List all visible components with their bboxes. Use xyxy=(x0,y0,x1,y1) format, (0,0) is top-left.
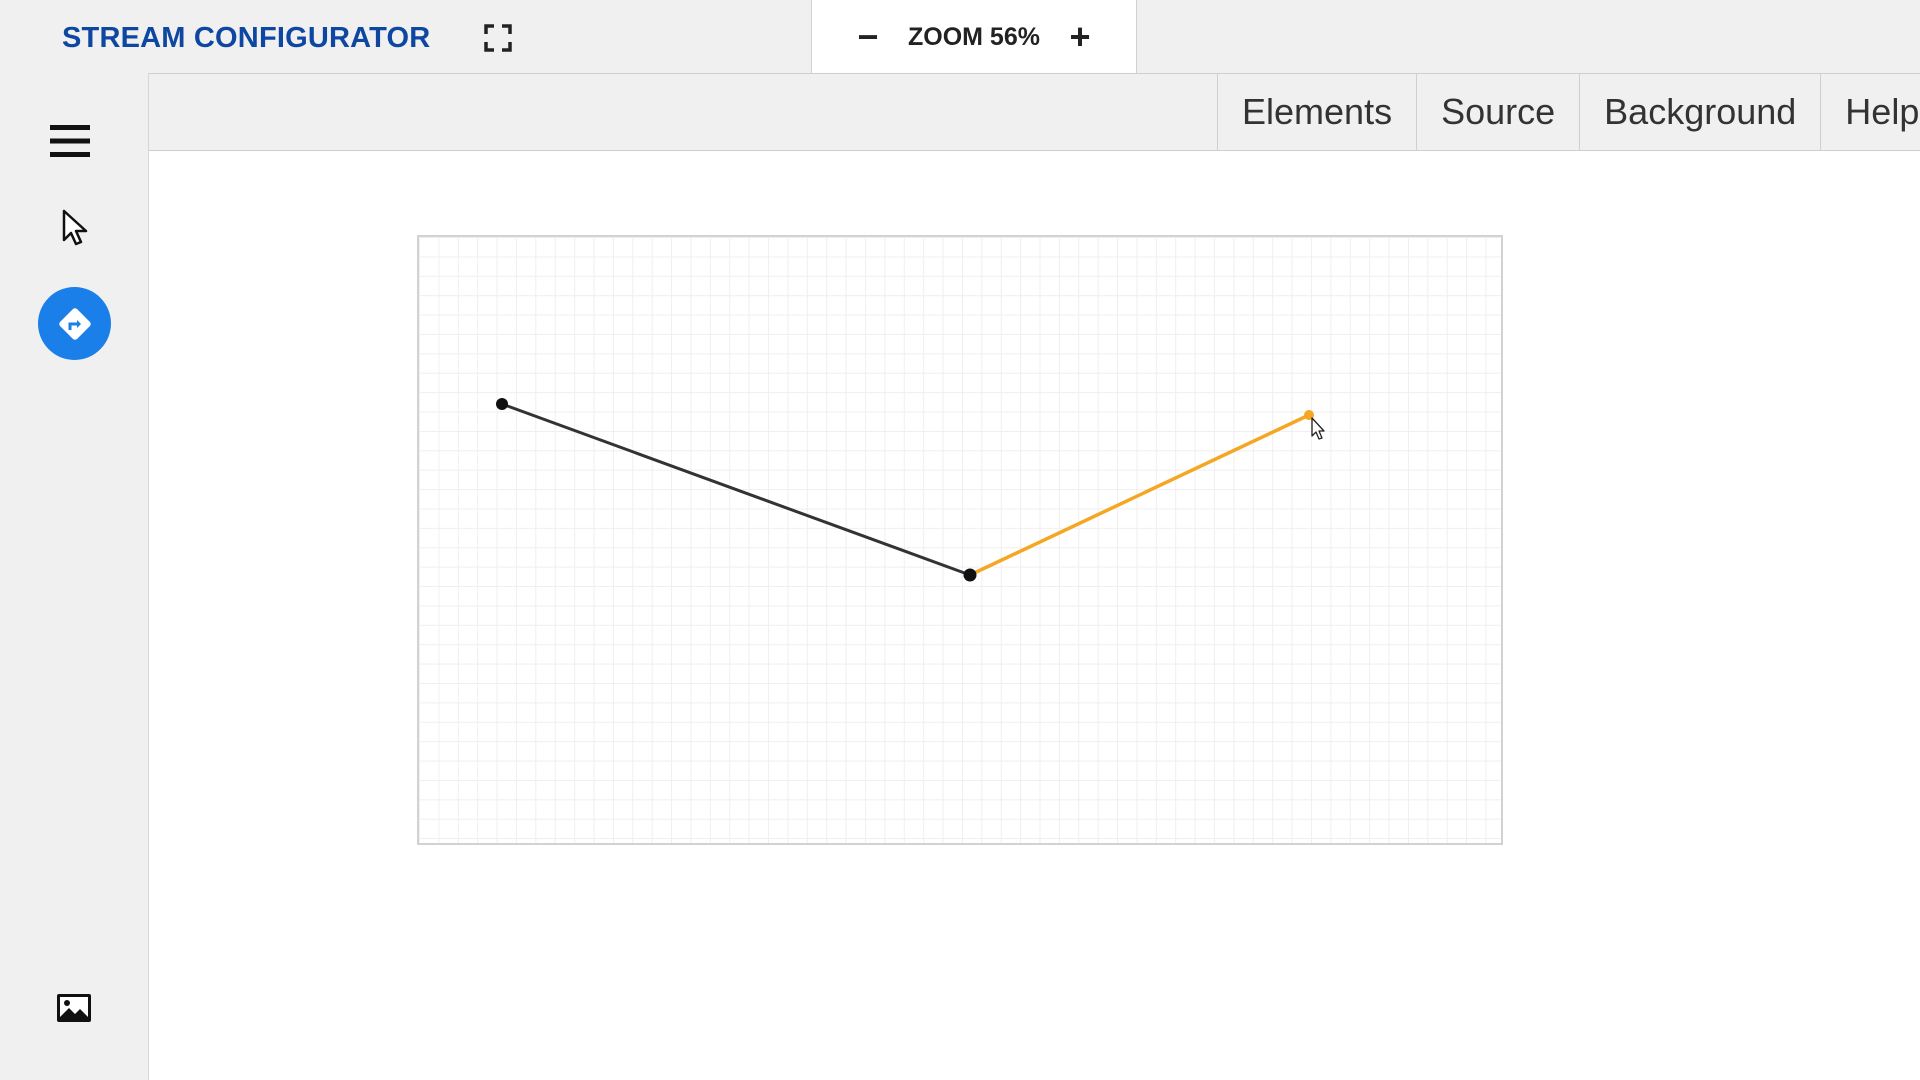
select-tool-button[interactable] xyxy=(45,198,105,258)
image-icon xyxy=(57,994,91,1022)
fullscreen-button[interactable] xyxy=(478,18,518,58)
route-tool-button[interactable] xyxy=(38,287,111,360)
tab-help[interactable]: Help xyxy=(1820,74,1920,150)
tab-source[interactable]: Source xyxy=(1416,74,1579,150)
main-area: Elements Source Background Help xyxy=(149,73,1920,1080)
zoom-level-label: ZOOM 56% xyxy=(908,22,1040,51)
app-title: STREAM CONFIGURATOR xyxy=(62,22,431,54)
zoom-out-button[interactable]: − xyxy=(848,17,888,57)
route-icon xyxy=(58,307,91,340)
menu-tabs: Elements Source Background Help xyxy=(1217,74,1920,150)
mouse-cursor-icon xyxy=(1311,417,1325,440)
stream-segment-1[interactable] xyxy=(501,402,971,577)
menu-button[interactable] xyxy=(40,111,100,171)
top-bar: STREAM CONFIGURATOR − ZOOM 56% + xyxy=(0,0,1920,74)
menu-bar: Elements Source Background Help xyxy=(149,74,1920,151)
fullscreen-icon xyxy=(484,24,512,52)
stream-node-1[interactable] xyxy=(496,398,508,410)
left-toolbar xyxy=(0,73,149,1080)
zoom-control: − ZOOM 56% + xyxy=(811,0,1137,74)
stream-drawing[interactable] xyxy=(419,237,1501,843)
drawing-canvas[interactable] xyxy=(417,235,1503,845)
tab-elements[interactable]: Elements xyxy=(1217,74,1416,150)
zoom-in-button[interactable]: + xyxy=(1060,17,1100,57)
menu-icon xyxy=(50,125,90,157)
stream-segment-2-active[interactable] xyxy=(969,413,1310,577)
background-image-button[interactable] xyxy=(44,978,104,1038)
tab-background[interactable]: Background xyxy=(1579,74,1820,150)
stream-node-2[interactable] xyxy=(963,568,977,582)
pointer-icon xyxy=(62,209,88,246)
